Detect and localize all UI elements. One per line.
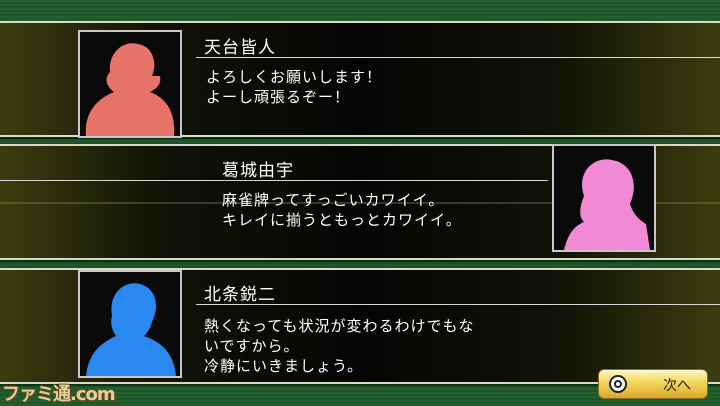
dialogue-line: よーし頑張るぞー！ bbox=[206, 88, 351, 106]
portrait-3 bbox=[78, 270, 182, 378]
portrait-1 bbox=[78, 30, 182, 138]
next-button[interactable]: 次へ bbox=[598, 369, 708, 399]
speaker-name: 北条鋭二 bbox=[204, 285, 276, 305]
dialogue-line: 麻雀牌ってすっごいカワイイ。 bbox=[222, 191, 445, 209]
dialogue-line: 熱くなっても状況が変わるわけでもな bbox=[204, 317, 475, 335]
watermark-logo: ファミ通.com bbox=[2, 384, 116, 405]
dialogue-text: よろしくお願いします！ よーし頑張るぞー！ bbox=[206, 67, 382, 107]
dialogue-line: いですから。 bbox=[204, 337, 300, 355]
silhouette-icon bbox=[86, 283, 176, 376]
next-button-label: 次へ bbox=[663, 378, 691, 394]
circle-button-icon bbox=[609, 375, 627, 393]
dialogue-text: 麻雀牌ってすっごいカワイイ。 キレイに揃うともっとカワイイ。 bbox=[222, 190, 462, 230]
speaker-name: 天台皆人 bbox=[204, 38, 276, 58]
dialogue-line: 冷静にいきましょう。 bbox=[204, 357, 364, 375]
silhouette-icon bbox=[564, 159, 650, 250]
portrait-2 bbox=[552, 144, 656, 252]
silhouette-icon bbox=[85, 43, 175, 136]
dialogue-line: キレイに揃うともっとカワイイ。 bbox=[222, 211, 462, 229]
dialogue-line: よろしくお願いします！ bbox=[206, 68, 383, 86]
speaker-name: 葛城由宇 bbox=[222, 161, 294, 181]
dialogue-text: 熱くなっても状況が変わるわけでもな いですから。 冷静にいきましょう。 bbox=[204, 316, 475, 376]
